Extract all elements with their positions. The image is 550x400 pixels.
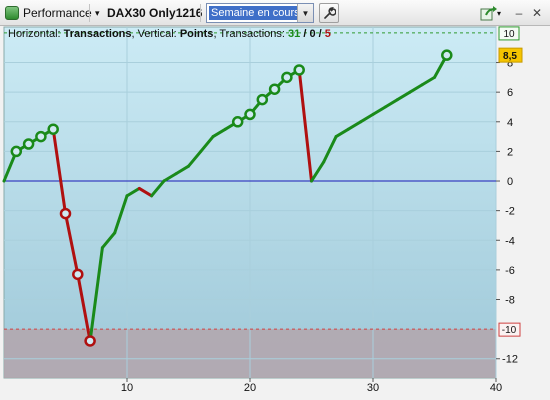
winning-trade-marker — [293, 64, 305, 76]
x-tick-label: 20 — [244, 382, 256, 394]
horizontal-axis-value: Transactions — [63, 28, 132, 40]
period-select-value: Semaine en cours — [209, 6, 302, 20]
period-select[interactable]: Semaine en cours ▼ — [206, 3, 314, 23]
winning-trade-marker — [281, 71, 293, 84]
y-tick-label: 0 — [507, 176, 513, 188]
toolbar-divider — [200, 4, 201, 22]
winning-trade-marker — [441, 49, 453, 61]
winning-trade-marker — [231, 116, 244, 128]
y-tick-label: 2 — [507, 146, 513, 158]
performance-chart: 86420-2-4-6-8-1210-108,5 10 20 30 40 — [0, 26, 550, 400]
performance-app-icon — [5, 0, 19, 26]
y-tick-label: -8 — [505, 295, 515, 307]
winning-trade-marker — [244, 108, 256, 121]
x-tick-label: 40 — [490, 382, 502, 394]
transactions-prefix: , Transactions: — [213, 28, 285, 40]
winning-trade-marker — [10, 145, 23, 158]
strategy-menu-caret-icon[interactable]: ▾ — [95, 0, 100, 26]
y-tick-label: -6 — [505, 265, 515, 277]
y-tick-label: 4 — [507, 117, 513, 129]
chevron-down-icon[interactable]: ▼ — [297, 4, 313, 22]
y-tick-label: -12 — [502, 354, 518, 366]
minimize-button[interactable]: – — [512, 6, 526, 20]
x-tick-label: 30 — [367, 382, 379, 394]
losing-trades-count: 5 — [324, 28, 331, 40]
lower-level-label: -10 — [502, 325, 517, 336]
vertical-prefix: , Vertical: — [131, 28, 177, 40]
export-icon[interactable] — [479, 3, 499, 23]
vertical-axis-value: Points — [179, 28, 214, 40]
wrench-icon[interactable] — [319, 3, 339, 23]
losing-trade-marker — [72, 268, 84, 281]
y-tick-label: -4 — [505, 235, 515, 247]
losing-trade-marker — [59, 207, 72, 220]
upper-level-label: 10 — [503, 29, 515, 40]
chart-legend: Horizontal: Transactions, Vertical: Poin… — [8, 28, 331, 41]
y-tick-label: -2 — [505, 206, 515, 218]
toolbar: Performance ▾ DAX30 Only1216 Semaine en … — [0, 0, 550, 26]
toolbar-divider — [89, 4, 90, 22]
winning-trade-marker — [35, 130, 47, 143]
winning-trade-marker — [22, 138, 35, 150]
y-tick-label: 6 — [507, 87, 513, 99]
winning-trade-marker — [47, 123, 59, 135]
x-tick-label: 10 — [121, 382, 133, 394]
winning-trades-count: 31 — [288, 28, 301, 40]
horizontal-prefix: Horizontal: — [8, 28, 61, 40]
close-button[interactable]: ✕ — [530, 6, 544, 20]
current-value-label: 8,5 — [503, 51, 517, 62]
count-separator: / — [315, 28, 325, 40]
export-menu-caret-icon[interactable]: ▾ — [497, 0, 501, 26]
performance-label: Performance — [23, 6, 92, 20]
losing-trade-marker — [84, 335, 96, 347]
winning-trade-marker — [256, 93, 269, 106]
winning-trade-marker — [268, 83, 281, 95]
strategy-name-button[interactable]: DAX30 Only1216 — [107, 0, 202, 26]
